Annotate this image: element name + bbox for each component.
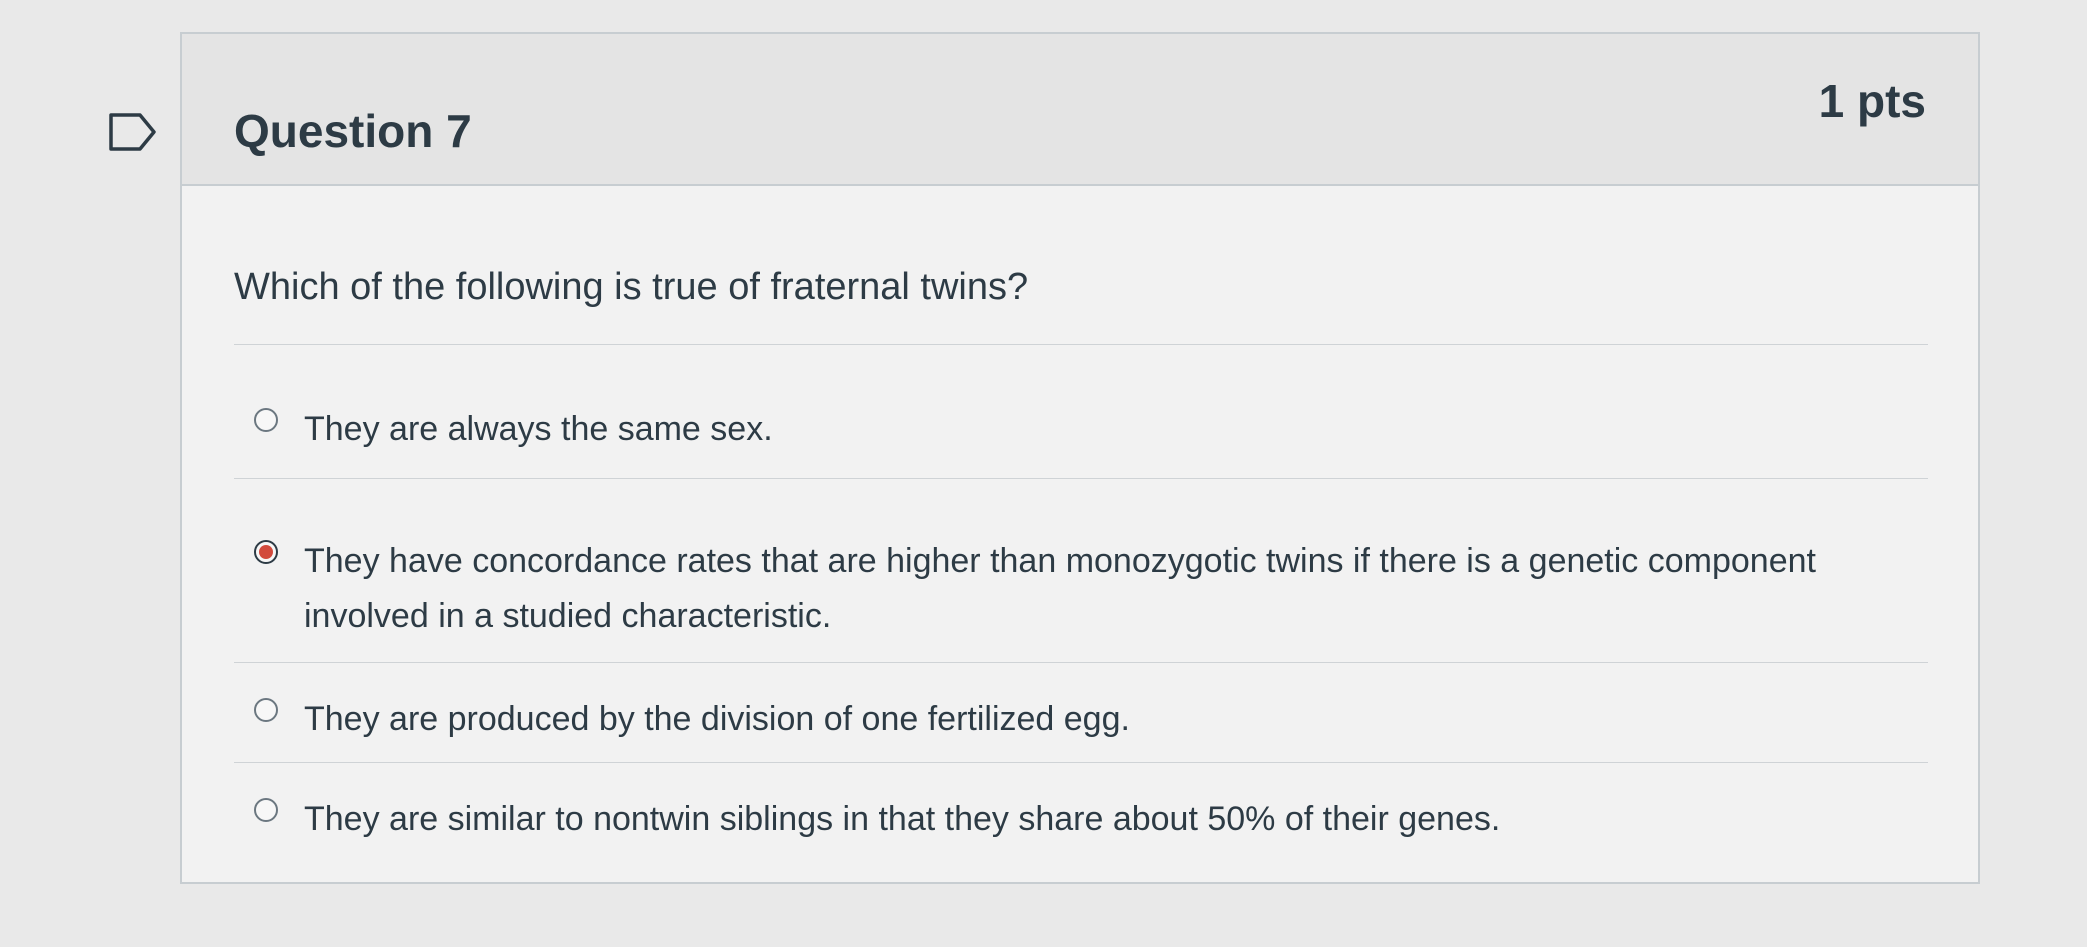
question-text: Which of the following is true of frater… (234, 266, 1029, 308)
answer-label: They are always the same sex. (304, 410, 773, 448)
divider (234, 478, 1928, 479)
question-points: 1 pts (1818, 75, 1926, 127)
divider (234, 762, 1928, 763)
answer-label: They are similar to nontwin siblings in … (304, 800, 1501, 838)
answer-option-3[interactable]: They are produced by the division of one… (254, 692, 1894, 747)
radio-button[interactable] (254, 798, 278, 822)
question-header: Question 7 1 pts (182, 34, 1978, 186)
flag-question-icon[interactable] (108, 112, 158, 152)
divider (234, 662, 1928, 663)
answer-option-2[interactable]: They have concordance rates that are hig… (254, 534, 1894, 644)
radio-button[interactable] (254, 408, 278, 432)
answer-option-1[interactable]: They are always the same sex. (254, 402, 1894, 457)
radio-button-selected[interactable] (254, 540, 278, 564)
answer-option-4[interactable]: They are similar to nontwin siblings in … (254, 792, 1894, 847)
radio-button[interactable] (254, 698, 278, 722)
answer-label: They have concordance rates that are hig… (304, 542, 1816, 635)
answer-label: They are produced by the division of one… (304, 700, 1130, 738)
question-title: Question 7 (234, 105, 472, 157)
divider (234, 344, 1928, 345)
question-card: Question 7 1 pts Which of the following … (180, 32, 1980, 884)
